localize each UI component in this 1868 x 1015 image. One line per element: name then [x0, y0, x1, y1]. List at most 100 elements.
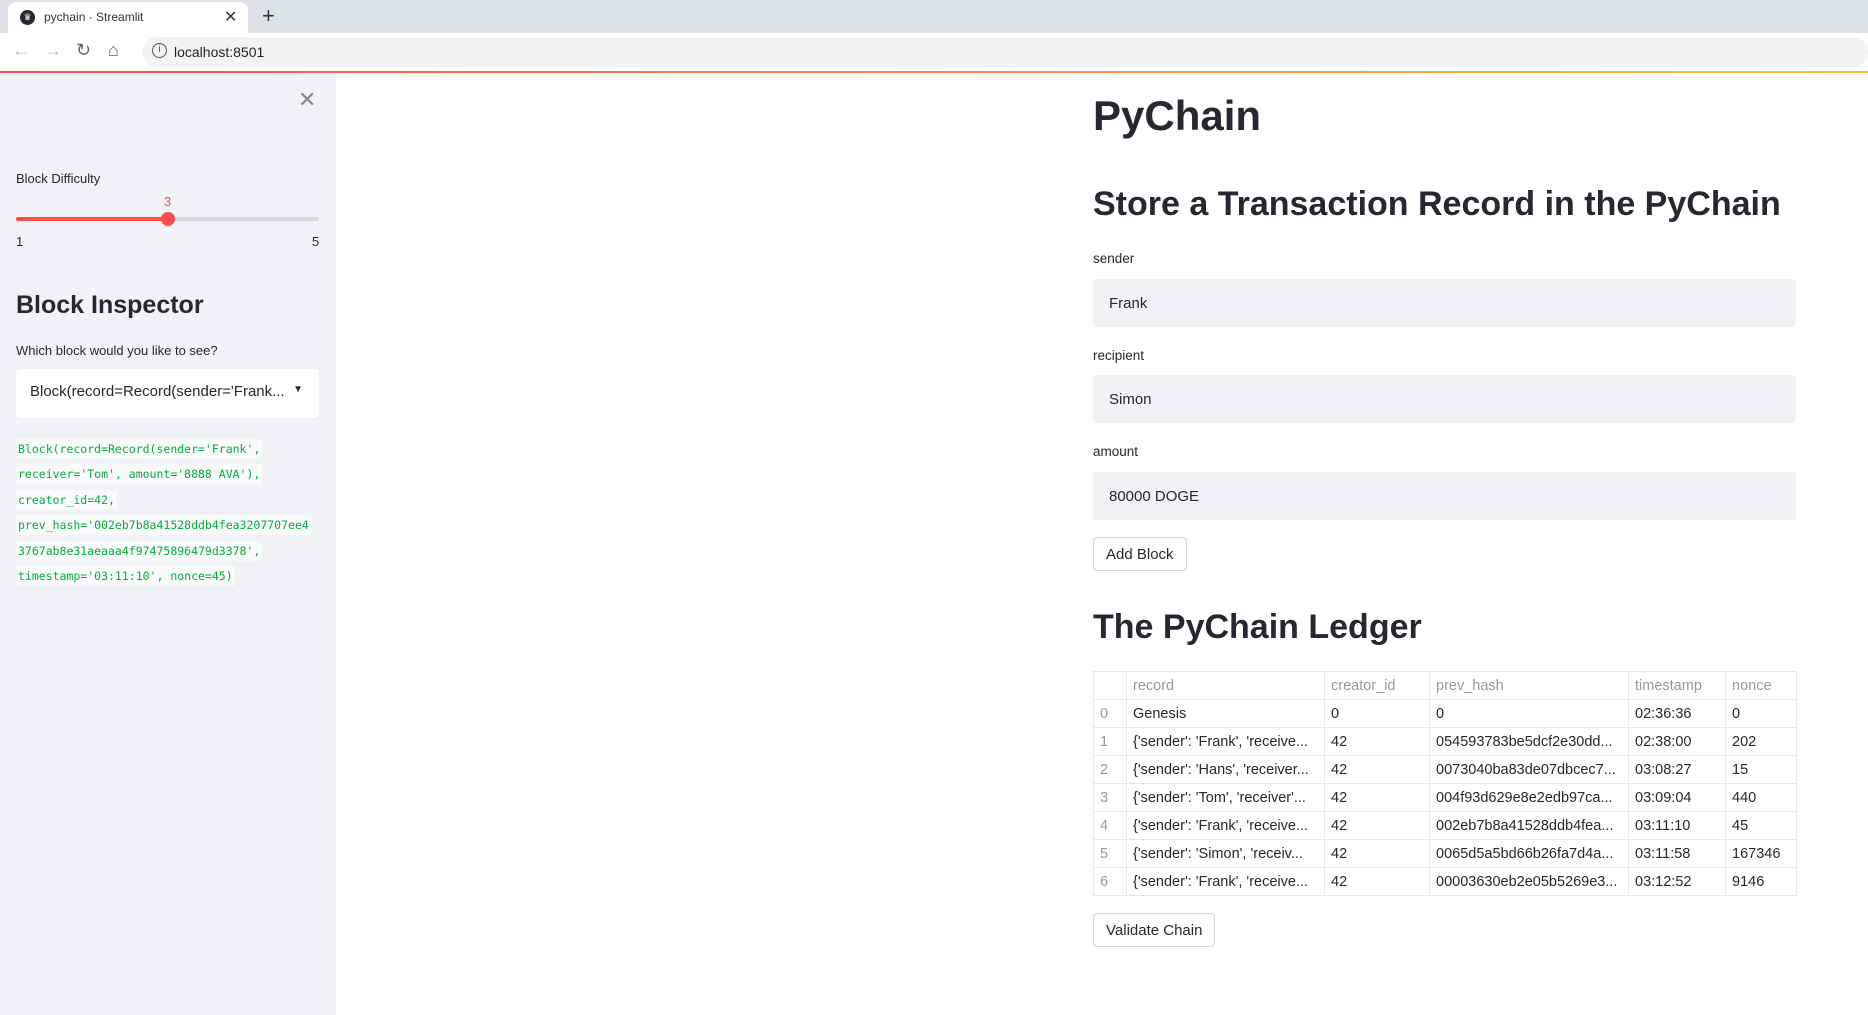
table-cell[interactable]: 03:11:10 [1628, 811, 1726, 840]
table-cell[interactable]: 0073040ba83de07dbcec7... [1429, 755, 1629, 784]
slider-min-label: 1 [16, 234, 24, 249]
row-index[interactable]: 4 [1093, 811, 1127, 840]
row-index[interactable]: 1 [1093, 727, 1127, 756]
amount-input[interactable] [1093, 472, 1796, 520]
table-cell[interactable]: 42 [1324, 867, 1430, 896]
code-line: receiver='Tom', amount='8888 AVA'), [16, 464, 263, 484]
slider-max-label: 5 [312, 234, 320, 249]
table-header: record creator_id prev_hash timestamp nonce [1093, 671, 1797, 700]
select-value: Block(record=Record(sender='Frank... [30, 383, 285, 400]
table-cell[interactable]: 03:09:04 [1628, 783, 1726, 812]
reload-icon[interactable]: ↻ [76, 40, 91, 61]
sidebar: ✕ Block Difficulty 3 1 5 Block Inspector… [0, 73, 336, 1015]
table-cell[interactable]: 0065d5a5bd66b26fa7d4a... [1429, 839, 1629, 868]
table-cell[interactable]: 03:08:27 [1628, 755, 1726, 784]
home-icon[interactable]: ⌂ [108, 40, 119, 61]
table-cell[interactable]: 42 [1324, 727, 1430, 756]
caret-down-icon: ▼ [293, 384, 303, 395]
table-cell[interactable]: 42 [1324, 811, 1430, 840]
table-row: 5 {'sender': 'Simon', 'receiv... 42 0065d5a… [1093, 839, 1797, 868]
table-cell[interactable]: 054593783be5dcf2e30dd... [1429, 727, 1629, 756]
table-cell[interactable]: 42 [1324, 839, 1430, 868]
new-tab-icon[interactable]: + [262, 3, 275, 29]
table-cell[interactable]: 002eb7b8a41528ddb4fea... [1429, 811, 1629, 840]
code-line: 3767ab8e31aeaaa4f97475896479d3378', [16, 541, 263, 561]
table-cell[interactable]: {'sender': 'Frank', 'receive... [1126, 727, 1325, 756]
select-label: Which block would you like to see? [16, 343, 218, 358]
close-sidebar-icon[interactable]: ✕ [298, 87, 316, 113]
table-cell[interactable]: 02:36:36 [1628, 699, 1726, 728]
column-header[interactable]: creator_id [1324, 671, 1430, 700]
code-line: timestamp='03:11:10', nonce=45) [16, 566, 235, 586]
row-index[interactable]: 2 [1093, 755, 1127, 784]
table-cell[interactable]: {'sender': 'Frank', 'receive... [1126, 811, 1325, 840]
table-cell[interactable]: 0 [1429, 699, 1629, 728]
table-cell[interactable]: 440 [1725, 783, 1797, 812]
table-cell[interactable]: 45 [1725, 811, 1797, 840]
address-bar[interactable]: i localhost:8501 [142, 37, 1868, 67]
slider-thumb[interactable] [160, 212, 175, 226]
column-header[interactable] [1093, 671, 1127, 700]
table-cell[interactable]: 42 [1324, 755, 1430, 784]
column-header[interactable]: prev_hash [1429, 671, 1629, 700]
amount-label: amount [1093, 444, 1139, 459]
sender-input[interactable] [1093, 279, 1796, 327]
table-cell[interactable]: Genesis [1126, 699, 1325, 728]
slider-value: 3 [163, 194, 172, 209]
block-select[interactable]: Block(record=Record(sender='Frank... ▼ [16, 369, 319, 418]
difficulty-slider[interactable]: 3 [16, 194, 319, 226]
table-cell[interactable]: {'sender': 'Simon', 'receiv... [1126, 839, 1325, 868]
row-index[interactable]: 5 [1093, 839, 1127, 868]
block-inspector-heading: Block Inspector [16, 291, 204, 319]
code-line: prev_hash='002eb7b8a41528ddb4fea3207707e… [16, 515, 311, 535]
forward-icon[interactable]: → [44, 40, 62, 61]
info-icon[interactable]: i [152, 43, 167, 58]
table-cell[interactable]: 42 [1324, 783, 1430, 812]
table-cell[interactable]: 03:11:58 [1628, 839, 1726, 868]
table-cell[interactable]: 9146 [1725, 867, 1797, 896]
slider-fill [16, 217, 168, 221]
table-row: 0 Genesis 0 0 02:36:36 0 [1093, 699, 1797, 728]
table-cell[interactable]: 03:12:52 [1628, 867, 1726, 896]
tab-title: pychain · Streamlit [44, 10, 144, 24]
row-index[interactable]: 3 [1093, 783, 1127, 812]
recipient-input[interactable] [1093, 375, 1796, 423]
validate-chain-button[interactable]: Validate Chain [1093, 913, 1216, 947]
browser-toolbar: ← → ↻ ⌂ i localhost:8501 [0, 33, 1868, 71]
close-tab-icon[interactable]: ✕ [224, 7, 237, 27]
back-icon[interactable]: ← [12, 40, 30, 61]
table-cell[interactable]: {'sender': 'Tom', 'receiver'... [1126, 783, 1325, 812]
ledger-heading: The PyChain Ledger [1093, 608, 1422, 646]
browser-tab-bar: ♛ pychain · Streamlit ✕ + [0, 0, 1868, 33]
table-row: 6 {'sender': 'Frank', 'receive... 42 000036… [1093, 867, 1797, 896]
browser-tab[interactable]: ♛ pychain · Streamlit ✕ [8, 2, 248, 33]
table-row: 1 {'sender': 'Frank', 'receive... 42 054593… [1093, 727, 1797, 756]
table-cell[interactable]: {'sender': 'Hans', 'receiver... [1126, 755, 1325, 784]
table-cell[interactable]: {'sender': 'Frank', 'receive... [1126, 867, 1325, 896]
code-line: Block(record=Record(sender='Frank', [16, 439, 263, 459]
table-cell[interactable]: 167346 [1725, 839, 1797, 868]
table-cell[interactable]: 15 [1725, 755, 1797, 784]
row-index[interactable]: 0 [1093, 699, 1127, 728]
table-cell[interactable]: 0 [1324, 699, 1430, 728]
table-row: 3 {'sender': 'Tom', 'receiver'... 42 004f93… [1093, 783, 1797, 812]
sender-label: sender [1093, 251, 1135, 266]
url-text: localhost:8501 [174, 44, 265, 60]
table-cell[interactable]: 004f93d629e8e2edb97ca... [1429, 783, 1629, 812]
form-heading: Store a Transaction Record in the PyChai… [1093, 185, 1781, 223]
add-block-button[interactable]: Add Block [1093, 537, 1187, 571]
table-cell[interactable]: 02:38:00 [1628, 727, 1726, 756]
column-header[interactable]: nonce [1725, 671, 1797, 700]
table-cell[interactable]: 00003630eb2e05b5269e3... [1429, 867, 1629, 896]
code-line: creator_id=42, [16, 490, 117, 510]
slider-label: Block Difficulty [16, 171, 101, 186]
page-title: PyChain [1093, 92, 1262, 139]
column-header[interactable]: record [1126, 671, 1325, 700]
column-header[interactable]: timestamp [1628, 671, 1726, 700]
table-cell[interactable]: 202 [1725, 727, 1797, 756]
row-index[interactable]: 6 [1093, 867, 1127, 896]
table-row: 2 {'sender': 'Hans', 'receiver... 42 007304… [1093, 755, 1797, 784]
streamlit-crown-icon: ♛ [20, 10, 35, 25]
table-cell[interactable]: 0 [1725, 699, 1797, 728]
table-row: 4 {'sender': 'Frank', 'receive... 42 002eb7… [1093, 811, 1797, 840]
